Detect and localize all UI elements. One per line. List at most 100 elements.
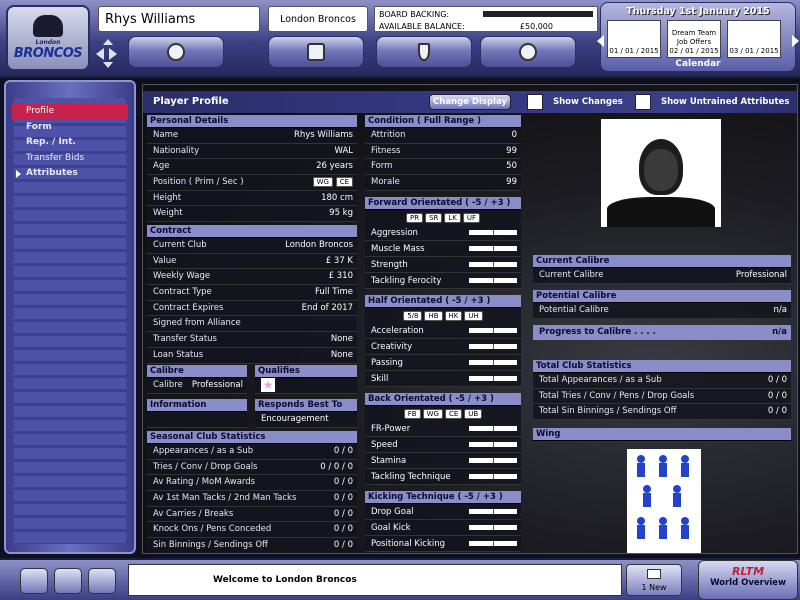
section-header: Forward Orientated ( -5 / +3 ) xyxy=(365,197,521,210)
position-diagram xyxy=(627,449,701,553)
arrow-right-icon[interactable] xyxy=(109,48,117,60)
main-panel: Player Profile Change Display Show Chang… xyxy=(142,84,798,554)
detail-row: Age 26 years xyxy=(147,159,357,176)
attribute-bar xyxy=(469,525,517,530)
current-calibre-section: Current Calibre Current Calibre Professio… xyxy=(533,255,791,284)
show-untrained-checkbox[interactable] xyxy=(635,94,651,110)
section-header: Calibre xyxy=(147,365,247,378)
calendar-event: Dream Team Job Offers xyxy=(671,29,717,46)
detail-row: Name Rhys Williams xyxy=(147,128,357,144)
attribute-row: Positional Kicking xyxy=(365,536,521,552)
show-changes-checkbox[interactable] xyxy=(527,94,543,110)
calibre-row: Current Calibre Professional xyxy=(533,268,791,284)
clock-icon xyxy=(167,43,185,61)
logo-big-text: BRONCOS xyxy=(13,46,83,61)
clock-button[interactable] xyxy=(128,36,224,68)
attribute-row: Drop Goal xyxy=(365,504,521,520)
calendar-day[interactable]: Dream Team Job Offers 02 / 01 / 2015 xyxy=(667,20,721,58)
arrow-left-icon[interactable] xyxy=(96,48,104,60)
attribute-row: Skill xyxy=(365,371,521,387)
club-logo[interactable]: London BRONCOS xyxy=(6,5,90,71)
attribute-bar xyxy=(469,458,517,463)
back-section: Back Orientated ( -5 / +3 ) FB WG CE UB FR-… xyxy=(365,393,521,485)
sidebar-item-profile[interactable]: Profile xyxy=(12,104,128,120)
new-messages-button[interactable]: 1 New xyxy=(626,564,682,596)
player-silhouettes xyxy=(637,455,689,539)
world-overview-label: World Overview xyxy=(710,578,786,588)
envelope-icon xyxy=(647,569,661,579)
calendar-prev-icon[interactable] xyxy=(597,35,604,47)
change-display-button[interactable]: Change Display xyxy=(429,94,511,110)
player-photo xyxy=(601,119,721,227)
settings-button[interactable] xyxy=(480,36,576,68)
sidebar-item-form[interactable]: Form xyxy=(12,120,128,136)
player-name-field[interactable]: Rhys Williams xyxy=(98,6,260,32)
arrow-down-icon[interactable] xyxy=(103,62,113,68)
stat-row: Av Carries / Breaks 0 / 0 xyxy=(147,506,357,523)
tag: LK xyxy=(444,212,461,223)
top-bar: London BRONCOS Rhys Williams London Bron… xyxy=(0,0,800,78)
attribute-bar xyxy=(469,344,517,349)
calendar-day-date: 02 / 01 / 2015 xyxy=(669,47,719,55)
world-overview-button[interactable]: RLTM World Overview xyxy=(698,560,798,600)
shirt-button[interactable] xyxy=(268,36,364,68)
tag: CE xyxy=(444,408,463,419)
squad-button[interactable] xyxy=(54,568,82,594)
stat-row: Knock Ons / Pens Conceded 0 / 0 xyxy=(147,522,357,539)
show-changes-label: Show Changes xyxy=(553,97,623,107)
attribute-row: Tackling Ferocity xyxy=(365,273,521,289)
section-header: Condition ( Full Range ) xyxy=(365,115,521,128)
trophy-button[interactable] xyxy=(376,36,472,68)
stat-row: Appearances / as a Sub 0 / 0 xyxy=(147,444,357,460)
detail-row: Height 180 cm xyxy=(147,190,357,207)
board-backing-bar xyxy=(483,11,593,17)
sidebar-item-attributes[interactable]: Attributes xyxy=(12,166,128,182)
calendar-day[interactable]: 03 / 01 / 2015 xyxy=(727,20,781,58)
attribute-row: Aggression xyxy=(365,225,521,241)
stat-row: Total Appearances / as a Sub 0 / 0 xyxy=(533,373,791,389)
seasonal-stats-section: Seasonal Club Statistics Appearances / a… xyxy=(147,431,357,553)
calendar-panel: Thursday 1st January 2015 01 / 01 / 2015… xyxy=(597,2,799,72)
tag: 5/8 xyxy=(403,310,423,321)
staff-button[interactable] xyxy=(88,568,116,594)
attribute-row: Muscle Mass xyxy=(365,241,521,257)
sidebar: Profile Form Rep. / Int. Transfer Bids A… xyxy=(4,80,136,554)
contract-row: Loan Status None xyxy=(147,347,357,364)
section-header: Total Club Statistics xyxy=(533,360,791,373)
qualifies-row: ★ xyxy=(255,378,357,394)
kicking-section: Kicking Technique ( -5 / +3 ) Drop Goal … xyxy=(365,491,521,552)
section-header: Potential Calibre xyxy=(533,290,791,303)
section-header: Contract xyxy=(147,225,357,238)
attribute-bar xyxy=(469,360,517,365)
contract-row: Current Club London Broncos xyxy=(147,238,357,254)
calendar-next-icon[interactable] xyxy=(792,35,799,47)
contract-row: Signed from Alliance xyxy=(147,316,357,333)
condition-row: Attrition 0 xyxy=(365,128,521,144)
tag: PR xyxy=(405,212,424,223)
potential-calibre-section: Potential Calibre Potential Calibre n/a xyxy=(533,290,791,319)
attribute-bar xyxy=(469,474,517,479)
available-balance-label: AVAILABLE BALANCE: xyxy=(379,21,465,31)
attribute-bar xyxy=(469,278,517,283)
message-bar[interactable]: Welcome to London Broncos xyxy=(128,564,622,596)
sidebar-item-transfer-bids[interactable]: Transfer Bids xyxy=(12,151,128,167)
calendar-day[interactable]: 01 / 01 / 2015 xyxy=(607,20,661,58)
attribute-bar xyxy=(469,246,517,251)
position-tags: PR SR LK UF xyxy=(365,210,521,225)
notes-button[interactable] xyxy=(20,568,48,594)
tag: UF xyxy=(462,212,481,223)
sidebar-item-rep-int[interactable]: Rep. / Int. xyxy=(12,135,128,151)
calendar-date: Thursday 1st January 2015 xyxy=(626,6,770,17)
stat-row: Tries / Conv / Drop Goals 0 / 0 / 0 xyxy=(147,459,357,476)
club-name-field[interactable]: London Broncos xyxy=(268,6,368,32)
arrow-up-icon[interactable] xyxy=(103,39,113,45)
attribute-bar xyxy=(469,426,517,431)
photo-body xyxy=(607,197,715,227)
photo-face xyxy=(644,149,678,191)
section-header: Seasonal Club Statistics xyxy=(147,431,357,444)
condition-row: Morale 99 xyxy=(365,175,521,191)
nav-arrows[interactable] xyxy=(96,39,120,68)
contract-row: Contract Type Full Time xyxy=(147,285,357,301)
tag: UH xyxy=(464,310,483,321)
attribute-bar xyxy=(469,262,517,267)
